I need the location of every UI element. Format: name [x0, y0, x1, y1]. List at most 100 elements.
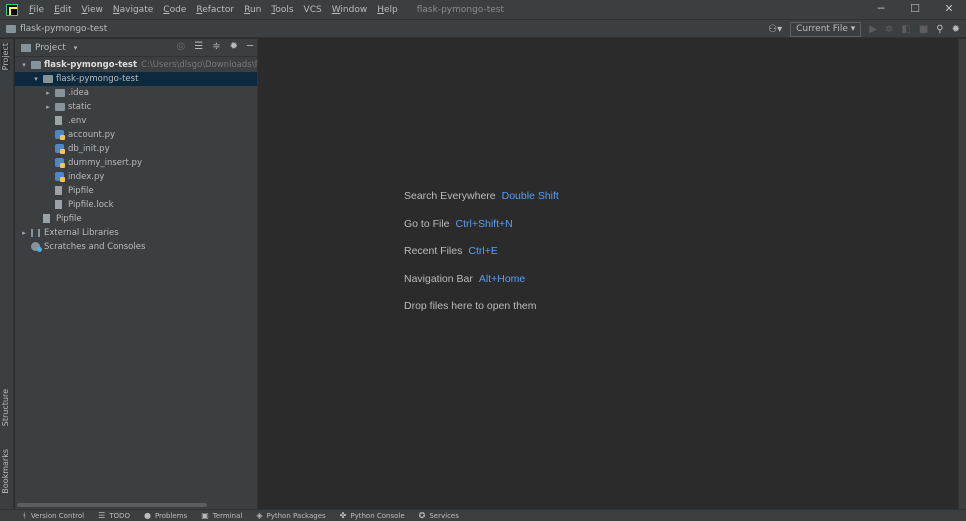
tool-window-button[interactable]: ◈ Python Packages: [256, 511, 325, 520]
tool-window-button[interactable]: ▣ Terminal: [201, 511, 242, 520]
tab-bookmarks[interactable]: Bookmarks: [1, 449, 10, 494]
menu-item[interactable]: Refactor: [191, 5, 239, 15]
tree-row[interactable]: ▾ flask-pymongo-test C:\Users\dlsgo\Downlo…: [15, 58, 257, 72]
tool-window-button[interactable]: ☰ TODO: [98, 511, 130, 520]
menu-item[interactable]: Code: [158, 5, 191, 15]
minimize-button[interactable]: ─: [864, 0, 898, 19]
run-icon[interactable]: ▶: [869, 24, 877, 35]
menu-item-label: VCS: [303, 4, 322, 15]
menu-item[interactable]: File: [24, 5, 49, 15]
tool-window-label: Version Control: [30, 511, 85, 520]
menu-item-label: ode: [169, 4, 187, 15]
tool-window-label: Problems: [154, 511, 188, 520]
tool-window-button[interactable]: ✤ Python Console: [340, 511, 405, 520]
tree-row-name: db_init.py: [68, 144, 110, 154]
debug-icon[interactable]: ✲: [885, 24, 893, 35]
menu-item-label: efactor: [202, 4, 235, 15]
project-panel-tools: ◎ ☰ ≑ ✹ ─: [176, 41, 253, 52]
menu-item-label: elp: [383, 4, 398, 15]
menu-item[interactable]: VCS: [299, 5, 327, 15]
tree-row[interactable]: dummy_insert.py: [15, 156, 257, 170]
tree-row[interactable]: ▸ static: [15, 100, 257, 114]
python-packages-icon: ◈: [256, 511, 263, 520]
run-config-select[interactable]: Current File ▾: [790, 21, 862, 37]
expand-all-icon[interactable]: ☰: [194, 41, 203, 52]
tree-row[interactable]: account.py: [15, 128, 257, 142]
problems-icon: ●: [143, 511, 151, 520]
hide-icon[interactable]: ─: [247, 41, 253, 52]
tree-row-name: Pipfile: [68, 186, 94, 196]
tree-row-label: index.py: [68, 170, 104, 184]
chevron-down-icon[interactable]: ▾: [19, 58, 29, 72]
pycharm-logo-icon: [6, 3, 18, 16]
python-file-icon: [55, 144, 65, 154]
menu-bar: File Edit View Navigate Code Refactor Run Tools…: [0, 0, 966, 19]
menu-item[interactable]: Tools: [266, 5, 298, 15]
tool-window-button[interactable]: ᚼ Version Control: [22, 511, 84, 520]
tree-row[interactable]: ▾ flask-pymongo-test: [15, 72, 257, 86]
tree-row[interactable]: ▸ External Libraries: [15, 226, 257, 240]
window-controls: ─ ☐ ✕: [864, 0, 966, 19]
tree-row-name: flask-pymongo-test: [44, 60, 138, 70]
tree-row-label: .env: [68, 114, 86, 128]
folder-icon: [55, 89, 65, 97]
locate-icon[interactable]: ◎: [176, 41, 185, 52]
menu-item-label: iew: [87, 4, 103, 15]
folder-icon: [6, 24, 16, 33]
tab-project[interactable]: Project: [1, 43, 10, 71]
editor-hint-shortcut: Alt+Home: [478, 272, 526, 285]
tree-row[interactable]: .env: [15, 114, 257, 128]
tree-row-label: flask-pymongo-test: [56, 72, 138, 86]
close-button[interactable]: ✕: [932, 0, 966, 19]
window-title: flask-pymongo-test: [416, 4, 505, 15]
tree-row[interactable]: Scratches and Consoles: [15, 240, 257, 254]
menu-item-label: un: [249, 4, 262, 15]
project-panel-header: Project ▾ ◎ ☰ ≑ ✹ ─: [15, 39, 257, 57]
project-panel-title[interactable]: Project: [35, 43, 66, 53]
tab-structure[interactable]: Structure: [1, 389, 10, 426]
chevron-right-icon[interactable]: ▸: [43, 100, 53, 114]
tree-row[interactable]: Pipfile: [15, 184, 257, 198]
editor-hint-shortcut: Ctrl+Shift+N: [455, 217, 513, 230]
chevron-down-icon[interactable]: ▾: [31, 72, 41, 86]
menu-item[interactable]: View: [77, 5, 108, 15]
tree-row-label: .idea: [68, 86, 89, 100]
tree-row[interactable]: db_init.py: [15, 142, 257, 156]
python-console-icon: ✤: [339, 511, 347, 520]
chevron-down-icon[interactable]: ▾: [74, 44, 78, 52]
menu-item[interactable]: Navigate: [108, 5, 158, 15]
chevron-right-icon[interactable]: ▸: [19, 226, 29, 240]
menu-item[interactable]: Help: [372, 5, 403, 15]
library-icon: [31, 229, 40, 237]
search-icon[interactable]: ⚲: [936, 24, 943, 35]
project-view-icon: [21, 43, 31, 52]
menu-item[interactable]: Window: [327, 5, 373, 15]
gear-icon[interactable]: ✹: [230, 41, 238, 52]
file-icon: [55, 186, 62, 195]
version-control-icon: ᚼ: [22, 511, 27, 520]
python-file-icon: [55, 172, 65, 182]
menu-item[interactable]: Run: [239, 5, 266, 15]
horizontal-scrollbar[interactable]: [17, 503, 207, 507]
menu-item[interactable]: Edit: [49, 5, 76, 15]
tree-row[interactable]: Pipfile: [15, 212, 257, 226]
menu-item-label: avigate: [119, 4, 154, 15]
gear-icon[interactable]: ✹: [952, 24, 960, 35]
tree-row-name: Pipfile: [56, 214, 82, 224]
menu-items: File Edit View Navigate Code Refactor Run Tools…: [24, 5, 403, 15]
tool-window-button[interactable]: ● Problems: [144, 511, 187, 520]
tree-row-label: Pipfile: [68, 184, 94, 198]
chevron-right-icon[interactable]: ▸: [43, 86, 53, 100]
tree-row-name: account.py: [68, 130, 115, 140]
tree-row[interactable]: index.py: [15, 170, 257, 184]
coverage-icon[interactable]: ◧: [901, 24, 910, 35]
tree-row[interactable]: Pipfile.lock: [15, 198, 257, 212]
file-icon: [55, 200, 62, 209]
tool-window-button[interactable]: ✪ Services: [419, 511, 459, 520]
maximize-button[interactable]: ☐: [898, 0, 932, 19]
tree-row[interactable]: ▸ .idea: [15, 86, 257, 100]
stop-icon[interactable]: ■: [919, 24, 928, 35]
user-icon[interactable]: ⚇▾: [768, 24, 782, 35]
breadcrumb[interactable]: flask-pymongo-test: [20, 24, 107, 34]
collapse-all-icon[interactable]: ≑: [212, 41, 220, 52]
